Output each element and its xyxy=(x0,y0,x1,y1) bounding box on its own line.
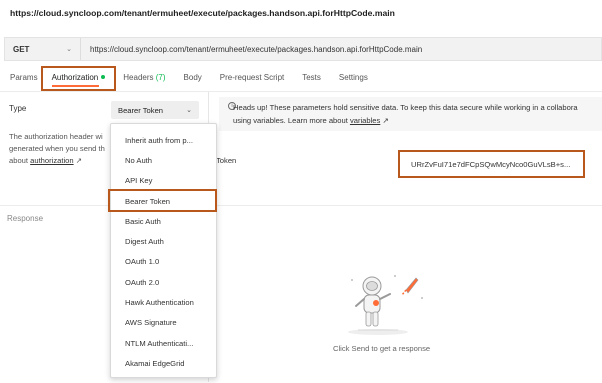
method-select[interactable]: GET ⌄ xyxy=(5,38,81,60)
auth-type-value: Bearer Token xyxy=(118,105,164,115)
tab-pre-request-script[interactable]: Pre-request Script xyxy=(220,73,284,82)
notice-text: Heads up! These parameters hold sensitiv… xyxy=(233,101,599,127)
sensitive-data-notice: i Heads up! These parameters hold sensit… xyxy=(219,97,602,131)
token-input[interactable]: URrZvFuI71e7dFCpSQwMcyNco0GuVLsB+s... xyxy=(398,150,585,178)
external-link-icon: ↗ xyxy=(382,116,389,125)
dropdown-item-akamai[interactable]: Akamai EdgeGrid xyxy=(125,359,213,368)
authorization-tab-highlight xyxy=(41,66,116,91)
token-value: URrZvFuI71e7dFCpSQwMcyNco0GuVLsB+s... xyxy=(411,159,571,169)
token-label: Token xyxy=(216,156,237,165)
tab-headers[interactable]: Headers (7) xyxy=(123,73,165,82)
tabs-divider xyxy=(0,91,602,92)
dropdown-item-oauth2[interactable]: OAuth 2.0 xyxy=(125,278,213,287)
request-url-input[interactable]: https://cloud.syncloop.com/tenant/ermuhe… xyxy=(81,45,422,54)
chevron-down-icon: ⌄ xyxy=(186,107,192,114)
tab-body[interactable]: Body xyxy=(184,73,202,82)
tab-settings[interactable]: Settings xyxy=(339,73,368,82)
auth-type-select[interactable]: Bearer Token ⌄ xyxy=(111,101,199,119)
help-line-3: about authorization ↗ xyxy=(9,155,109,167)
send-hint-text: Click Send to get a response xyxy=(333,344,431,353)
dropdown-item-oauth1[interactable]: OAuth 1.0 xyxy=(125,257,213,266)
dropdown-item-aws[interactable]: AWS Signature xyxy=(125,318,213,327)
variables-link[interactable]: variables xyxy=(350,116,380,125)
headers-count: (7) xyxy=(155,72,166,82)
dropdown-item-basic-auth[interactable]: Basic Auth xyxy=(125,217,213,226)
authorization-link[interactable]: authorization xyxy=(30,156,73,165)
astronaut-rocket-illustration xyxy=(348,275,423,335)
auth-type-dropdown: Inherit auth from p... No Auth API Key B… xyxy=(110,123,217,378)
request-bar: GET ⌄ https://cloud.syncloop.com/tenant/… xyxy=(4,37,602,61)
method-label: GET xyxy=(13,44,30,54)
response-divider xyxy=(0,205,602,206)
dropdown-item-api-key[interactable]: API Key xyxy=(125,176,213,185)
dropdown-item-inherit[interactable]: Inherit auth from p... xyxy=(125,136,213,145)
notice-line-1: Heads up! These parameters hold sensitiv… xyxy=(233,103,578,112)
bearer-token-highlight xyxy=(108,189,217,212)
tab-params[interactable]: Params xyxy=(10,73,38,82)
dropdown-item-digest-auth[interactable]: Digest Auth xyxy=(125,237,213,246)
tab-tests[interactable]: Tests xyxy=(302,73,321,82)
dropdown-item-no-auth[interactable]: No Auth xyxy=(125,156,213,165)
response-label: Response xyxy=(7,214,44,223)
notice-line-2-prefix: using variables. Learn more about xyxy=(233,116,350,125)
tab-headers-label: Headers xyxy=(123,72,154,82)
help-line-3-prefix: about xyxy=(9,156,31,165)
help-line-2: generated when you send th xyxy=(9,144,105,153)
dropdown-item-ntlm[interactable]: NTLM Authenticati... xyxy=(125,339,213,348)
notice-line-2: using variables. Learn more about variab… xyxy=(233,114,599,127)
auth-help-text: The authorization header wi generated wh… xyxy=(9,131,109,167)
external-link-icon: ↗ xyxy=(75,156,83,165)
type-label: Type xyxy=(9,104,27,113)
dropdown-item-hawk[interactable]: Hawk Authentication xyxy=(125,298,213,307)
help-line-1: The authorization header wi xyxy=(9,132,103,141)
chevron-down-icon: ⌄ xyxy=(66,46,72,53)
browser-url: https://cloud.syncloop.com/tenant/ermuhe… xyxy=(10,8,395,18)
